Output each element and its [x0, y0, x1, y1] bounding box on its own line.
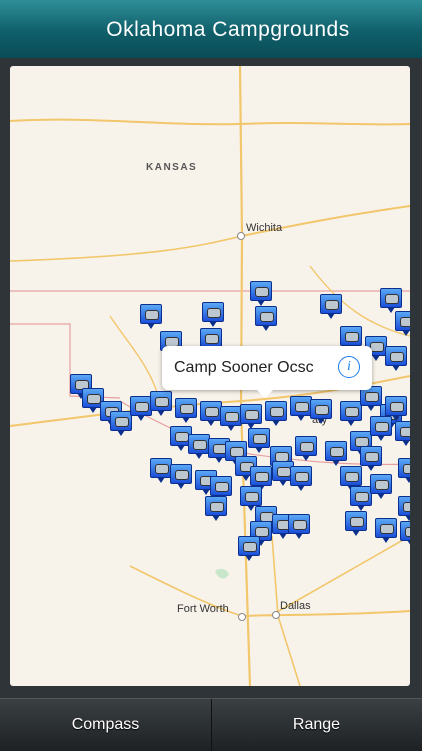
- campground-pin-icon[interactable]: [250, 281, 272, 307]
- campground-pin-icon[interactable]: [395, 311, 410, 337]
- campground-pin-icon[interactable]: [385, 396, 407, 422]
- info-icon[interactable]: i: [338, 356, 360, 378]
- page-title: Oklahoma Campgrounds: [106, 18, 350, 41]
- campground-pin-icon[interactable]: [202, 302, 224, 328]
- campground-pin-icon[interactable]: [295, 436, 317, 462]
- campground-callout[interactable]: Camp Sooner Ocsc i: [162, 346, 372, 398]
- state-label-kansas: KANSAS: [146, 162, 198, 173]
- campground-pin-icon[interactable]: [290, 466, 312, 492]
- campground-pin-icon[interactable]: [220, 406, 242, 432]
- campground-pin-icon[interactable]: [175, 398, 197, 424]
- city-label-dallas: Dallas: [280, 600, 311, 612]
- city-label-fort-worth: Fort Worth: [177, 603, 229, 615]
- campground-pin-icon[interactable]: [240, 404, 262, 430]
- campground-pin-icon[interactable]: [400, 521, 410, 547]
- campground-pin-icon[interactable]: [310, 399, 332, 425]
- map-view[interactable]: KANSAS Wichita Fort Worth Dallas ary Cam…: [10, 66, 410, 686]
- campground-pin-icon[interactable]: [320, 294, 342, 320]
- campground-pin-icon[interactable]: [150, 458, 172, 484]
- campground-pin-icon[interactable]: [340, 401, 362, 427]
- campground-pin-icon[interactable]: [385, 346, 407, 372]
- campground-pin-icon[interactable]: [398, 458, 410, 484]
- city-label-wichita: Wichita: [246, 222, 283, 234]
- campground-pin-icon[interactable]: [290, 396, 312, 422]
- campground-pin-icon[interactable]: [150, 391, 172, 417]
- campground-pin-icon[interactable]: [398, 496, 410, 522]
- campground-pin-icon[interactable]: [288, 514, 310, 540]
- campground-pin-icon[interactable]: [395, 421, 410, 447]
- campground-pin-icon[interactable]: [110, 411, 132, 437]
- campground-pin-icon[interactable]: [345, 511, 367, 537]
- callout-title: Camp Sooner Ocsc: [174, 359, 314, 376]
- campground-pin-icon[interactable]: [350, 486, 372, 512]
- app-header: Oklahoma Campgrounds: [0, 0, 422, 60]
- campground-pin-icon[interactable]: [255, 306, 277, 332]
- compass-button[interactable]: Compass: [0, 699, 212, 751]
- campground-pin-icon[interactable]: [375, 518, 397, 544]
- campground-pin-icon[interactable]: [188, 434, 210, 460]
- campground-pin-icon[interactable]: [370, 474, 392, 500]
- campground-pin-icon[interactable]: [265, 401, 287, 427]
- campground-pin-icon[interactable]: [325, 441, 347, 467]
- campground-pin-icon[interactable]: [248, 428, 270, 454]
- campground-pin-icon[interactable]: [200, 401, 222, 427]
- map-frame: KANSAS Wichita Fort Worth Dallas ary Cam…: [0, 58, 422, 698]
- campground-pin-icon[interactable]: [205, 496, 227, 522]
- campground-pin-icon[interactable]: [360, 446, 382, 472]
- campground-pin-icon[interactable]: [170, 464, 192, 490]
- bottom-toolbar: Compass Range: [0, 698, 422, 751]
- campground-pin-icon[interactable]: [130, 396, 152, 422]
- campground-pin-icon[interactable]: [140, 304, 162, 330]
- campground-pin-icon[interactable]: [238, 536, 260, 562]
- range-button[interactable]: Range: [211, 699, 422, 751]
